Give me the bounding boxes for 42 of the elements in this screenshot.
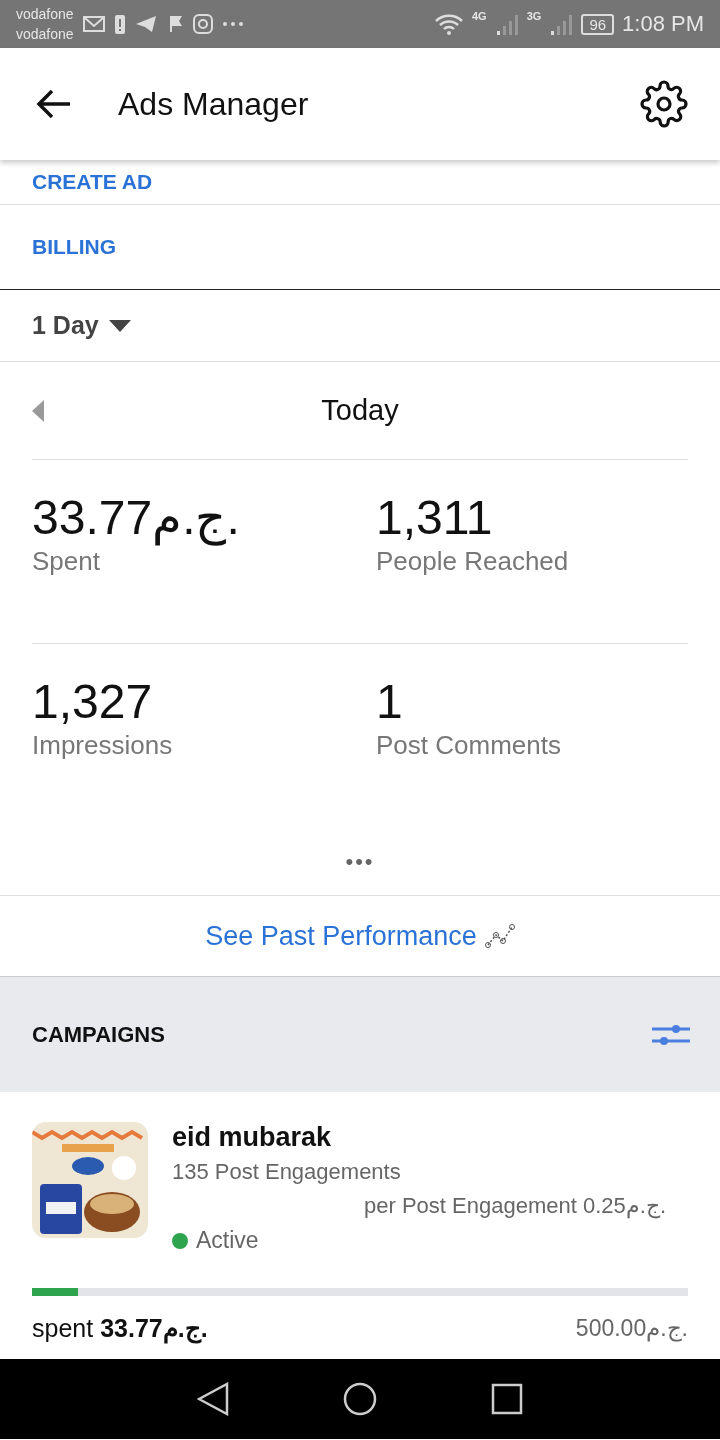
carrier-name: vodafone <box>16 5 74 24</box>
signal-icon <box>494 13 519 35</box>
period-label: Today <box>320 394 400 427</box>
mail-icon <box>81 14 106 34</box>
network-label: 3G <box>526 10 542 22</box>
stat-value: 1,327 <box>32 674 154 730</box>
battery-level: 96 <box>581 13 615 35</box>
previous-button[interactable] <box>32 399 44 422</box>
recents-nav-button[interactable] <box>491 1383 524 1415</box>
stat-label: People Reached <box>376 546 570 577</box>
more-icon <box>221 21 244 27</box>
stat-value: 33.77ج.م. <box>32 490 241 546</box>
back-nav-button[interactable] <box>196 1382 229 1416</box>
carrier-name: vodafone <box>16 25 74 44</box>
caret-icon <box>108 319 131 332</box>
campaign-name: eid mubarak <box>172 1122 333 1153</box>
menu-link[interactable]: CREATE AD <box>32 170 153 194</box>
menu-link[interactable]: BILLING <box>32 235 116 259</box>
battery-alert-icon <box>113 13 126 35</box>
stat-label: Impressions <box>32 730 174 761</box>
network-label: 4G <box>472 10 487 22</box>
stat-value: 1 <box>376 674 404 730</box>
page-title: Ads Manager <box>118 85 310 123</box>
wifi-icon <box>434 13 464 35</box>
settings-button[interactable] <box>640 80 688 128</box>
status-label: Active <box>196 1227 259 1254</box>
more-button[interactable]: ••• <box>0 828 720 895</box>
stat-value: 1,311 <box>376 490 494 546</box>
past-performance-link[interactable]: See Past Performance <box>205 920 477 952</box>
signal-icon <box>549 13 574 35</box>
home-nav-button[interactable] <box>342 1381 378 1417</box>
section-title: CAMPAIGNS <box>32 1021 165 1048</box>
date-range-dropdown[interactable]: 1 Day <box>32 311 131 340</box>
camera-icon <box>191 13 214 35</box>
budget-amount: 500.00ج.م. <box>575 1315 688 1342</box>
stat-label: Spent <box>32 546 101 577</box>
campaign-result: 135 Post Engagements <box>172 1159 402 1185</box>
line-chart-icon <box>484 923 515 949</box>
clock-time: 1:08 PM <box>622 11 704 37</box>
back-button[interactable] <box>36 88 72 120</box>
stat-label: Post Comments <box>376 730 562 761</box>
cost-per-result: per Post Engagement 0.25ج.م. <box>364 1193 666 1219</box>
